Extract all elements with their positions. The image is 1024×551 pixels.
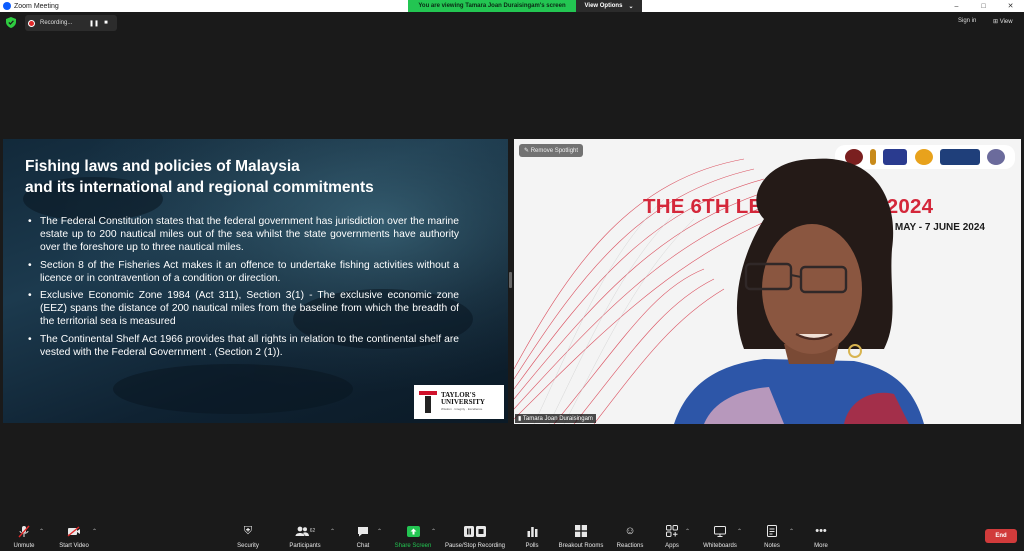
notes-label: Notes <box>764 543 780 549</box>
polls-label: Polls <box>525 543 539 549</box>
pause-recording-icon[interactable]: ❚❚ <box>89 20 99 27</box>
chat-bubble-icon <box>357 524 369 538</box>
sign-in-button[interactable]: Sign in <box>958 18 976 24</box>
more-button[interactable]: ••• More <box>811 521 831 551</box>
polls-button[interactable]: Polls <box>523 521 541 551</box>
view-options-label: View Options <box>584 3 623 9</box>
view-button[interactable]: ⊞ View <box>993 18 1013 25</box>
view-label: View <box>999 19 1013 25</box>
pause-stop-icon <box>464 524 486 538</box>
window-controls: – □ ✕ <box>943 0 1024 12</box>
pause-stop-recording-button[interactable]: Pause/Stop Recording <box>442 521 508 551</box>
security-label: Security <box>237 543 259 549</box>
meeting-topbar: Recording... ❚❚ ■ Sign in ⊞ View <box>0 12 1024 34</box>
participants-options-caret[interactable]: ⌃ <box>330 528 335 535</box>
start-video-button[interactable]: Start Video <box>57 521 91 551</box>
share-screen-button[interactable]: Share Screen <box>393 521 433 551</box>
unmute-button[interactable]: Unmute <box>12 521 36 551</box>
apps-icon <box>666 524 678 538</box>
speaker-video: THE 6TH LEX PROFICIA 2024 27 MAY - 7 JUN… <box>514 139 1021 424</box>
slide-bullet: The Continental Shelf Act 1966 provides … <box>27 333 459 359</box>
smiley-plus-icon: ☺ <box>624 525 636 537</box>
reactions-button[interactable]: ☺ Reactions <box>614 521 646 551</box>
slide-bullet: The Federal Constitution states that the… <box>27 215 459 255</box>
slide-bullet: Exclusive Economic Zone 1984 (Act 311), … <box>27 289 459 329</box>
share-screen-label: Share Screen <box>394 543 432 549</box>
logo-name2: UNIVERSITY <box>441 397 485 406</box>
video-options-caret[interactable]: ⌃ <box>92 528 97 535</box>
muted-microphone-icon <box>18 524 30 538</box>
chat-button[interactable]: Chat <box>354 521 372 551</box>
window-title: Zoom Meeting <box>14 2 59 10</box>
speaker-name-tag: ▮ Tamara Joan Duraisingam <box>515 414 596 423</box>
chevron-down-icon: ⌄ <box>628 3 634 10</box>
slide-title-line2: and its international and regional commi… <box>25 179 374 196</box>
recording-label: Recording... <box>40 20 73 26</box>
end-meeting-button[interactable]: End <box>985 529 1017 543</box>
view-options-button[interactable]: View Options ⌄ <box>576 0 642 12</box>
audio-options-caret[interactable]: ⌃ <box>39 528 44 535</box>
apps-button[interactable]: Apps <box>661 521 683 551</box>
share-screen-icon <box>406 524 420 538</box>
slide-bullet: Section 8 of the Fisheries Act makes it … <box>27 259 459 285</box>
slide-title: Fishing laws and policies of Malaysia an… <box>25 156 495 198</box>
more-label: More <box>814 543 828 549</box>
notes-icon <box>767 524 777 538</box>
maximize-button[interactable]: □ <box>970 0 997 12</box>
participants-count: 62 <box>309 528 316 534</box>
chat-label: Chat <box>356 543 370 549</box>
breakout-rooms-label: Breakout Rooms <box>558 543 604 549</box>
more-dots-icon: ••• <box>815 525 827 537</box>
slide-title-line1: Fishing laws and policies of Malaysia <box>25 158 300 175</box>
slide-bullets: The Federal Constitution states that the… <box>27 215 459 363</box>
minimize-button[interactable]: – <box>943 0 970 12</box>
speaker-person-graphic <box>674 158 924 424</box>
notes-options-caret[interactable]: ⌃ <box>789 528 794 535</box>
reactions-label: Reactions <box>616 543 644 549</box>
participants-button[interactable]: 62 Participants <box>287 521 323 551</box>
breakout-rooms-button[interactable]: Breakout Rooms <box>557 521 605 551</box>
grid-view-icon: ⊞ <box>993 19 1000 25</box>
start-video-label: Start Video <box>59 543 89 549</box>
apps-label: Apps <box>665 543 679 549</box>
chat-options-caret[interactable]: ⌃ <box>377 528 382 535</box>
shared-screen-slide: Fishing laws and policies of Malaysia an… <box>3 139 508 423</box>
remove-spotlight-button[interactable]: ✎ Remove Spotlight <box>519 144 584 157</box>
security-shield-icon: ⛨ <box>243 524 253 537</box>
breakout-rooms-icon <box>575 524 587 538</box>
meeting-toolbar: Unmute ⌃ Start Video ⌃ ⛨ Security 62 Par… <box>0 521 1024 551</box>
viewing-screen-banner: You are viewing Tamara Joan Duraisingam'… <box>408 0 576 12</box>
video-off-icon <box>67 524 81 538</box>
remove-spotlight-label: Remove Spotlight <box>530 148 579 154</box>
taylors-university-logo: TAYLOR'S UNIVERSITY Wisdom · Integrity ·… <box>414 385 504 419</box>
participants-label: Participants <box>289 543 321 549</box>
whiteboards-button[interactable]: Whiteboards <box>701 521 739 551</box>
speaker-name: Tamara Joan Duraisingam <box>522 416 593 422</box>
recording-indicator: Recording... ❚❚ ■ <box>25 15 117 31</box>
polls-icon <box>527 524 538 538</box>
spotlight-icon: ✎ <box>524 148 531 154</box>
apps-options-caret[interactable]: ⌃ <box>685 528 690 535</box>
unmute-label: Unmute <box>13 543 35 549</box>
stop-recording-icon[interactable]: ■ <box>104 20 108 26</box>
whiteboard-icon <box>714 524 726 538</box>
share-options-caret[interactable]: ⌃ <box>431 528 436 535</box>
whiteboards-options-caret[interactable]: ⌃ <box>737 528 742 535</box>
app-title: Zoom Meeting <box>0 2 59 10</box>
close-button[interactable]: ✕ <box>997 0 1024 12</box>
security-button[interactable]: ⛨ Security <box>236 521 260 551</box>
taylors-mark-icon <box>419 391 437 413</box>
zoom-logo-icon <box>3 2 11 10</box>
shield-icon[interactable] <box>6 17 16 28</box>
notes-button[interactable]: Notes <box>762 521 782 551</box>
logo-tagline: Wisdom · Integrity · Excellence <box>441 406 483 411</box>
pane-resize-handle[interactable] <box>509 272 512 288</box>
participants-icon: 62 <box>295 524 316 538</box>
pause-recording-label: Pause/Stop Recording <box>444 543 506 549</box>
record-dot-icon <box>28 19 35 27</box>
whiteboards-label: Whiteboards <box>703 543 737 549</box>
